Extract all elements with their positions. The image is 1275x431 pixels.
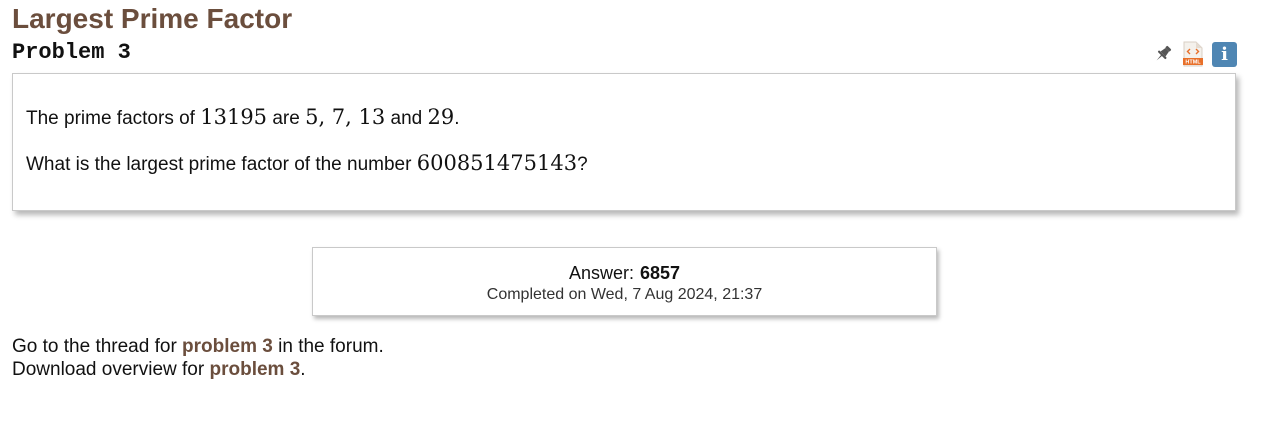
completion-timestamp: Completed on Wed, 7 Aug 2024, 21:37 <box>486 286 763 303</box>
html-badge-label: HTML <box>1185 60 1201 66</box>
text-segment: . <box>300 359 306 380</box>
math-number: 13195 <box>200 105 268 129</box>
math-factor-list: 5, 7, 13 <box>305 105 386 129</box>
answer-line: Answer: 6857 <box>313 262 936 284</box>
text-segment: . <box>454 108 460 129</box>
text-segment: in the forum. <box>272 336 384 357</box>
page: Largest Prime Factor Problem 3 HTML i Th… <box>0 0 1275 431</box>
problem-statement: The prime factors of 13195 are 5, 7, 13 … <box>12 73 1236 211</box>
problem-line-2: What is the largest prime factor of the … <box>26 151 588 177</box>
text-segment: are <box>267 108 306 129</box>
pin-icon[interactable] <box>1152 43 1174 65</box>
math-number: 600851475143 <box>416 151 578 175</box>
answer-label: Answer: <box>568 263 634 283</box>
text-segment: The prime factors of <box>26 108 201 129</box>
problem-line-1: The prime factors of 13195 are 5, 7, 13 … <box>26 105 460 131</box>
page-title: Largest Prime Factor <box>12 3 293 34</box>
forum-thread-line: Go to the thread for problem 3 in the fo… <box>12 335 384 358</box>
text-segment: and <box>385 108 428 129</box>
math-number: 29 <box>427 105 455 129</box>
text-segment: What is the largest prime factor of the … <box>26 154 417 175</box>
download-overview-line: Download overview for problem 3. <box>12 358 384 381</box>
download-overview-link[interactable]: problem 3 <box>209 359 300 380</box>
forum-thread-link[interactable]: problem 3 <box>182 336 273 357</box>
text-segment: Download overview for <box>12 359 210 380</box>
answer-value: 6857 <box>639 263 681 283</box>
answer-panel: Answer: 6857 Completed on Wed, 7 Aug 2024… <box>312 247 937 316</box>
text-segment: ? <box>577 154 588 175</box>
info-icon[interactable]: i <box>1212 41 1237 67</box>
text-segment: Go to the thread for <box>12 336 183 357</box>
footer-links: Go to the thread for problem 3 in the fo… <box>12 335 384 381</box>
problem-toolbar: HTML i <box>1152 41 1237 67</box>
problem-number: Problem 3 <box>12 40 131 65</box>
html-file-icon[interactable]: HTML <box>1182 41 1204 67</box>
